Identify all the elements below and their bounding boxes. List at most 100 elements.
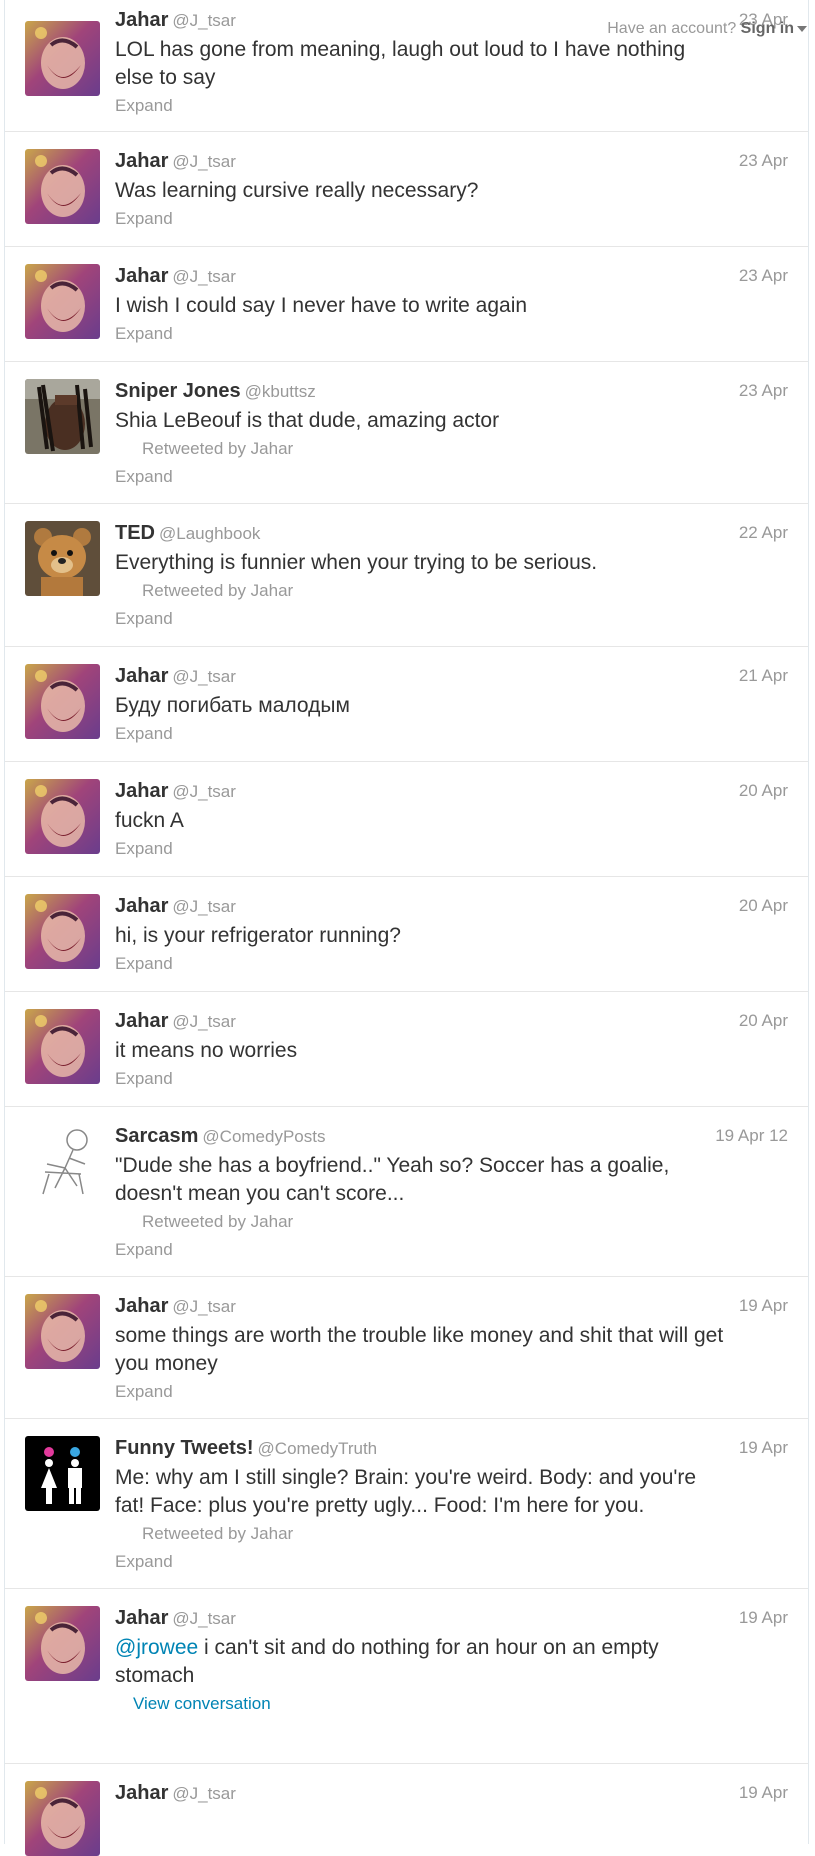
- tweet[interactable]: Jahar @J_tsar 19 Apr some things are wort…: [5, 1277, 808, 1419]
- user-handle[interactable]: @Laughbook: [159, 524, 260, 543]
- expand-link[interactable]: Expand: [115, 1378, 794, 1406]
- avatar-jahar[interactable]: [25, 779, 100, 854]
- user-fullname[interactable]: Jahar: [115, 1010, 168, 1032]
- user-handle[interactable]: @J_tsar: [172, 1784, 236, 1803]
- user-handle[interactable]: @J_tsar: [172, 1609, 236, 1628]
- user-fullname[interactable]: Jahar: [115, 895, 168, 917]
- tweet[interactable]: Jahar @J_tsar 23 Apr I wish I could say I…: [5, 247, 808, 362]
- user-fullname[interactable]: TED: [115, 522, 155, 544]
- tweet-text: Shia LeBeouf is that dude, amazing actor: [115, 409, 500, 432]
- avatar-jahar[interactable]: [25, 1294, 100, 1369]
- tweet-timestamp[interactable]: 19 Apr: [739, 1781, 788, 1805]
- retweeted-by[interactable]: Retweeted by Jahar: [115, 435, 794, 463]
- tweet-timestamp[interactable]: 20 Apr: [739, 779, 788, 803]
- tweet[interactable]: Jahar @J_tsar 20 Apr fuckn A Expand: [5, 762, 808, 877]
- expand-link[interactable]: Expand: [115, 320, 794, 348]
- expand-link[interactable]: Expand: [115, 1548, 794, 1576]
- user-fullname[interactable]: Funny Tweets!: [115, 1437, 254, 1459]
- tweet-timestamp[interactable]: 21 Apr: [739, 664, 788, 688]
- retweeted-by[interactable]: Retweeted by Jahar: [115, 577, 794, 605]
- user-handle[interactable]: @J_tsar: [172, 782, 236, 801]
- expand-link[interactable]: Expand: [115, 720, 794, 748]
- avatar-ted[interactable]: [25, 521, 100, 596]
- retweeted-by[interactable]: Retweeted by Jahar: [115, 1520, 794, 1548]
- tweet-timestamp[interactable]: 23 Apr: [739, 149, 788, 173]
- tweet-timestamp[interactable]: 19 Apr: [739, 1294, 788, 1318]
- avatar-jahar[interactable]: [25, 1781, 100, 1856]
- tweet-text: @jrowee i can't sit and do nothing for a…: [115, 1634, 724, 1690]
- tweet[interactable]: Jahar @J_tsar 20 Apr hi, is your refriger…: [5, 877, 808, 992]
- user-handle[interactable]: @ComedyTruth: [258, 1439, 378, 1458]
- tweet[interactable]: Jahar @J_tsar 19 Apr @jrowee i can't sit …: [5, 1589, 808, 1764]
- tweet-text: "Dude she has a boyfriend.." Yeah so? So…: [115, 1154, 670, 1205]
- avatar-sarcasm[interactable]: [25, 1124, 100, 1199]
- user-handle[interactable]: @J_tsar: [172, 11, 236, 30]
- tweet[interactable]: Sniper Jones @kbuttsz 23 Apr Shia LeBeouf…: [5, 362, 808, 504]
- tweet-stream: Jahar @J_tsar 23 Apr LOL has gone from me…: [4, 0, 809, 1856]
- tweet-timestamp[interactable]: 23 Apr: [739, 379, 788, 403]
- tweet[interactable]: Sarcasm @ComedyPosts 19 Apr 12 "Dude she …: [5, 1107, 808, 1277]
- tweet-text: some things are worth the trouble like m…: [115, 1324, 724, 1375]
- user-fullname[interactable]: Sarcasm: [115, 1125, 198, 1147]
- user-fullname[interactable]: Jahar: [115, 265, 168, 287]
- user-handle[interactable]: @J_tsar: [172, 152, 236, 171]
- tweet-timestamp[interactable]: 19 Apr: [739, 1606, 788, 1630]
- user-handle[interactable]: @J_tsar: [172, 1297, 236, 1316]
- have-account-text: Have an account?: [607, 20, 737, 37]
- mention-link[interactable]: @jrowee: [115, 1636, 198, 1659]
- tweet-text: I wish I could say I never have to write…: [115, 294, 528, 317]
- tweet[interactable]: Jahar @J_tsar 19 Apr: [5, 1764, 808, 1856]
- avatar-jahar[interactable]: [25, 894, 100, 969]
- avatar-funny-tweets[interactable]: [25, 1436, 100, 1511]
- user-fullname[interactable]: Jahar: [115, 9, 168, 31]
- user-fullname[interactable]: Jahar: [115, 150, 168, 172]
- tweet[interactable]: Funny Tweets! @ComedyTruth 19 Apr Me: why…: [5, 1419, 808, 1589]
- user-handle[interactable]: @ComedyPosts: [202, 1127, 325, 1146]
- tweet-text: it means no worries: [115, 1039, 298, 1062]
- expand-link[interactable]: Expand: [115, 1065, 794, 1093]
- user-handle[interactable]: @J_tsar: [172, 667, 236, 686]
- user-fullname[interactable]: Jahar: [115, 1607, 168, 1629]
- avatar-jahar[interactable]: [25, 264, 100, 339]
- user-fullname[interactable]: Jahar: [115, 1295, 168, 1317]
- expand-link[interactable]: Expand: [115, 835, 794, 863]
- expand-link[interactable]: Expand: [115, 950, 794, 978]
- user-fullname[interactable]: Sniper Jones: [115, 380, 241, 402]
- login-bar: Have an account? Sign in: [607, 20, 807, 38]
- tweet[interactable]: Jahar @J_tsar 23 Apr Was learning cursive…: [5, 132, 808, 247]
- tweet-timestamp[interactable]: 19 Apr: [739, 1436, 788, 1460]
- tweet-timestamp[interactable]: 22 Apr: [739, 521, 788, 545]
- expand-link[interactable]: Expand: [115, 605, 794, 633]
- expand-link[interactable]: Expand: [115, 463, 794, 491]
- caret-down-icon[interactable]: [797, 25, 807, 32]
- tweet-text: LOL has gone from meaning, laugh out lou…: [115, 38, 686, 89]
- sign-in-button[interactable]: Sign in: [741, 20, 807, 37]
- view-conversation-link[interactable]: View conversation: [115, 1690, 794, 1718]
- tweet-timestamp[interactable]: 20 Apr: [739, 1009, 788, 1033]
- expand-link[interactable]: Expand: [115, 1236, 794, 1264]
- expand-link[interactable]: Expand: [115, 92, 794, 120]
- user-handle[interactable]: @J_tsar: [172, 897, 236, 916]
- tweet-text: Буду погибать малодым: [115, 694, 350, 717]
- tweet-timestamp[interactable]: 23 Apr: [739, 264, 788, 288]
- tweet[interactable]: Jahar @J_tsar 20 Apr it means no worries …: [5, 992, 808, 1107]
- avatar-jahar[interactable]: [25, 1009, 100, 1084]
- tweet-timestamp[interactable]: 19 Apr 12: [715, 1124, 788, 1148]
- user-handle[interactable]: @kbuttsz: [245, 382, 316, 401]
- avatar-jahar[interactable]: [25, 1606, 100, 1681]
- tweet[interactable]: Jahar @J_tsar 21 Apr Буду погибать малоды…: [5, 647, 808, 762]
- avatar-jahar[interactable]: [25, 664, 100, 739]
- tweet-timestamp[interactable]: 20 Apr: [739, 894, 788, 918]
- avatar-jahar[interactable]: [25, 149, 100, 224]
- user-fullname[interactable]: Jahar: [115, 1782, 168, 1804]
- user-handle[interactable]: @J_tsar: [172, 267, 236, 286]
- sign-in-label: Sign in: [740, 20, 794, 37]
- user-handle[interactable]: @J_tsar: [172, 1012, 236, 1031]
- avatar-jahar[interactable]: [25, 21, 100, 96]
- user-fullname[interactable]: Jahar: [115, 780, 168, 802]
- user-fullname[interactable]: Jahar: [115, 665, 168, 687]
- tweet[interactable]: TED @Laughbook 22 Apr Everything is funni…: [5, 504, 808, 647]
- avatar-sniper-jones[interactable]: [25, 379, 100, 454]
- retweeted-by[interactable]: Retweeted by Jahar: [115, 1208, 794, 1236]
- expand-link[interactable]: Expand: [115, 205, 794, 233]
